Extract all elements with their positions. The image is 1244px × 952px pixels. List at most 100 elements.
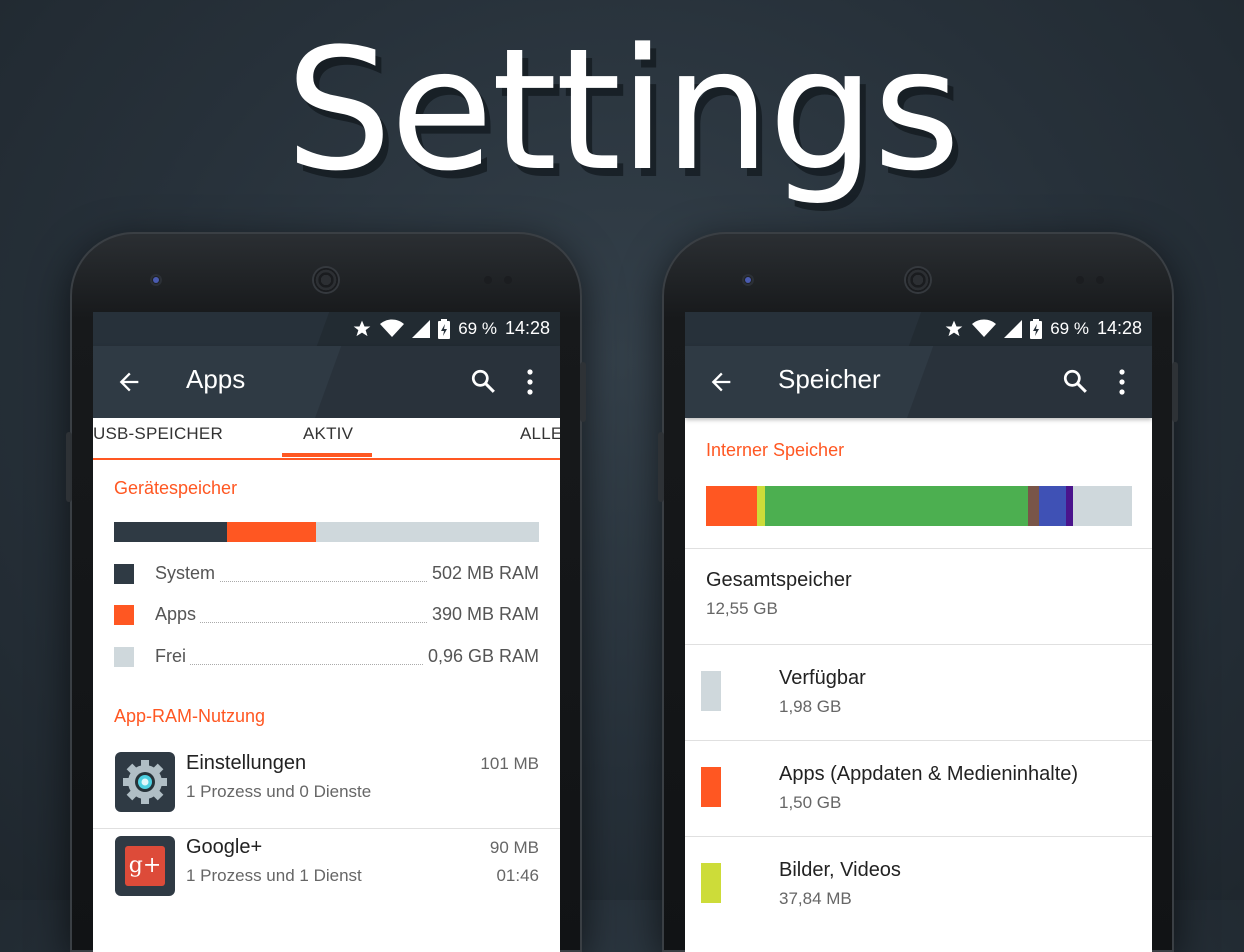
app-process-info: 1 Prozess und 0 Dienste: [186, 782, 372, 801]
status-bar: 69 % 14:28: [93, 312, 560, 346]
device-memory-header: Gerätespeicher: [114, 478, 238, 498]
battery-percent: 69 %: [458, 318, 497, 338]
legend-swatch: [114, 647, 134, 667]
earpiece-speaker: [314, 268, 338, 292]
screen: 69 % 14:28 Speicher Interner Speicher Ge…: [685, 312, 1152, 952]
wifi-icon: [380, 319, 405, 337]
status-bar: 69 % 14:28: [685, 312, 1152, 346]
google-plus-icon-label: g+: [125, 846, 165, 886]
storage-item-available[interactable]: Verfügbar 1,98 GB: [685, 645, 1152, 741]
category-size: 1,50 GB: [779, 793, 842, 812]
memory-usage-bar: [114, 522, 539, 542]
storage-bar-segment: [1073, 486, 1132, 526]
legend-value: 390 MB RAM: [427, 604, 539, 625]
tab-bar: USB-SPEICHER AKTIV ALLE: [93, 418, 560, 460]
list-item-google-plus[interactable]: g+ Google+ 1 Prozess und 1 Dienst 90 MB …: [93, 828, 560, 912]
more-vert-icon[interactable]: [1114, 368, 1130, 396]
app-run-time: 01:46: [496, 866, 539, 885]
legend-swatch: [114, 564, 134, 584]
wifi-icon: [972, 319, 997, 337]
search-icon[interactable]: [1062, 368, 1088, 394]
total-storage-item: Gesamtspeicher 12,55 GB: [685, 549, 1152, 645]
legend-row-apps: Apps 390 MB RAM: [114, 603, 539, 629]
total-storage-value: 12,55 GB: [706, 599, 778, 618]
tab-indicator: [282, 453, 372, 457]
page-title: Speicher: [778, 364, 881, 394]
volume-button: [658, 432, 664, 502]
app-name: Google+: [186, 836, 263, 858]
storage-bar-segment: [706, 486, 758, 526]
legend-value: 502 MB RAM: [427, 563, 539, 584]
app-name: Einstellungen: [186, 752, 307, 774]
signal-icon: [1004, 319, 1023, 338]
list-item-einstellungen[interactable]: Einstellungen 1 Prozess und 0 Dienste 10…: [93, 744, 560, 828]
google-plus-icon: g+: [115, 836, 175, 896]
app-ram-size: 90 MB: [489, 838, 539, 857]
phone-storage: 69 % 14:28 Speicher Interner Speicher Ge…: [658, 232, 1178, 952]
battery-icon: [1030, 318, 1043, 339]
app-bar: Apps: [93, 346, 560, 418]
power-button: [1172, 362, 1178, 422]
storage-item-apps[interactable]: Apps (Appdaten & Medieninhalte) 1,50 GB: [685, 741, 1152, 837]
front-camera: [742, 274, 754, 286]
leader-dots: [155, 664, 427, 665]
page-title: Apps: [186, 364, 246, 394]
app-ram-size: 101 MB: [480, 754, 539, 773]
storage-bar-segment: [757, 486, 765, 526]
storage-bar-segment: [1065, 486, 1074, 526]
category-swatch: [701, 863, 721, 903]
volume-button: [66, 432, 72, 502]
legend-swatch: [114, 605, 134, 625]
signal-icon: [412, 319, 431, 338]
storage-usage-bar: [706, 486, 1132, 526]
phone-apps: 69 % 14:28 Apps USB-SPEICHER AKTIV ALLE …: [66, 232, 586, 952]
more-vert-icon[interactable]: [522, 368, 538, 396]
tab-active[interactable]: AKTIV: [303, 424, 353, 444]
back-arrow-icon[interactable]: [707, 368, 735, 396]
total-storage-label: Gesamtspeicher: [706, 569, 852, 591]
search-icon[interactable]: [470, 368, 496, 394]
tab-usb-storage[interactable]: USB-SPEICHER: [93, 424, 223, 444]
front-camera: [150, 274, 162, 286]
power-button: [580, 362, 586, 422]
screen: 69 % 14:28 Apps USB-SPEICHER AKTIV ALLE …: [93, 312, 560, 952]
legend-label: Apps: [155, 604, 201, 625]
storage-item-pictures-videos[interactable]: Bilder, Videos 37,84 MB: [685, 837, 1152, 933]
settings-gear-icon: [115, 752, 175, 812]
battery-icon: [438, 318, 451, 339]
sensor: [484, 276, 492, 284]
internal-storage-header: Interner Speicher: [706, 440, 845, 460]
app-process-info: 1 Prozess und 1 Dienst: [186, 866, 362, 885]
category-size: 1,98 GB: [779, 697, 842, 716]
storage-bar-segment: [764, 486, 1029, 526]
legend-row-free: Frei 0,96 GB RAM: [114, 645, 539, 671]
memory-bar-apps: [227, 522, 316, 542]
category-swatch: [701, 671, 721, 711]
legend-value: 0,96 GB RAM: [423, 646, 539, 667]
legend-label: System: [155, 563, 220, 584]
earpiece-speaker: [906, 268, 930, 292]
category-swatch: [701, 767, 721, 807]
storage-bar-segment: [1028, 486, 1040, 526]
category-label: Bilder, Videos: [779, 859, 901, 881]
clock: 14:28: [1096, 318, 1142, 338]
battery-percent: 69 %: [1050, 318, 1089, 338]
sensor: [504, 276, 512, 284]
sensor: [1076, 276, 1084, 284]
category-label: Verfügbar: [779, 667, 866, 689]
memory-bar-system: [114, 522, 228, 542]
memory-bar-free: [315, 522, 539, 542]
legend-row-system: System 502 MB RAM: [114, 562, 539, 588]
tab-all[interactable]: ALLE: [520, 424, 560, 444]
legend-label: Frei: [155, 646, 190, 667]
hero-title: Settings: [285, 12, 960, 208]
sensor: [1096, 276, 1104, 284]
clock: 14:28: [504, 318, 550, 338]
star-icon: [353, 320, 371, 336]
category-size: 37,84 MB: [779, 889, 852, 908]
app-ram-usage-header: App-RAM-Nutzung: [114, 706, 266, 726]
back-arrow-icon[interactable]: [115, 368, 143, 396]
star-icon: [945, 320, 963, 336]
app-bar: Speicher: [685, 346, 1152, 418]
category-label: Apps (Appdaten & Medieninhalte): [779, 763, 1079, 785]
